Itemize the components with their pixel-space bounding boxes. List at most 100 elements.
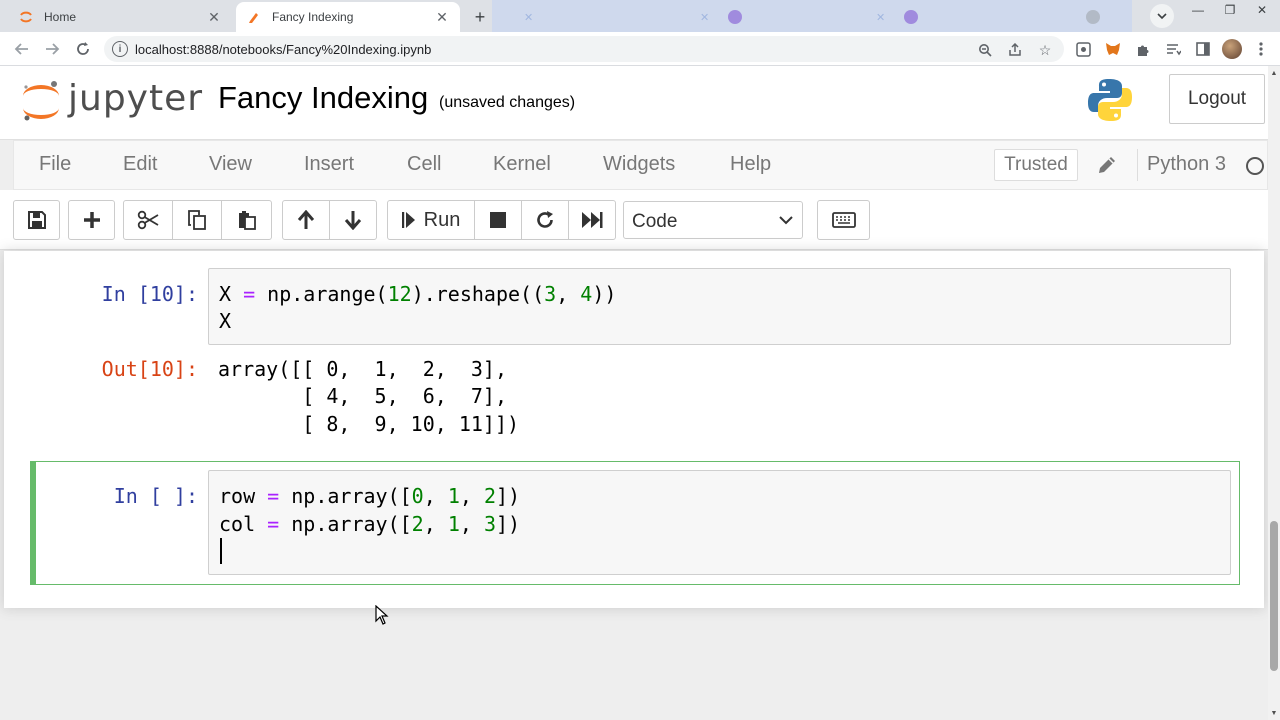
restart-run-all-button[interactable]: [568, 200, 616, 240]
metamask-fox-icon[interactable]: [1104, 40, 1122, 58]
tab-search-chevron-icon[interactable]: [1150, 4, 1174, 28]
url-text: localhost:8888/notebooks/Fancy%20Indexin…: [135, 42, 432, 57]
menu-file[interactable]: File: [39, 153, 71, 176]
code-operator: =: [267, 512, 280, 536]
scrollbar-thumb[interactable]: [1270, 521, 1278, 671]
move-up-button[interactable]: [282, 200, 330, 240]
close-tab-icon[interactable]: ✕: [434, 9, 450, 25]
back-arrow-icon[interactable]: [10, 37, 34, 61]
python-logo-icon: [1086, 76, 1134, 124]
code-number: 1: [447, 484, 460, 508]
restore-icon[interactable]: ❐: [1214, 0, 1246, 20]
input-prompt: In [10]:: [101, 282, 198, 306]
stop-icon: [490, 212, 506, 228]
notebook-container: In [10]: X = np.arange(12).reshape((3, 4…: [0, 251, 1268, 720]
run-button[interactable]: Run: [387, 200, 475, 240]
close-tab-icon[interactable]: ✕: [206, 9, 222, 25]
menu-edit[interactable]: Edit: [123, 153, 157, 176]
command-palette-button[interactable]: [817, 200, 870, 240]
faded-tab-favicon-icon: [904, 6, 926, 28]
menu-view[interactable]: View: [209, 153, 252, 176]
kernel-idle-indicator-icon: [1246, 157, 1264, 175]
input-prompt: In [ ]:: [113, 484, 198, 508]
jupyter-logo-text[interactable]: jupyter: [68, 78, 203, 119]
faded-tab-close-icon: ✕: [876, 11, 886, 24]
faded-tab-region: [492, 0, 1132, 32]
faded-tab-favicon-icon: [728, 6, 750, 28]
share-icon[interactable]: [1006, 41, 1024, 59]
browser-toolbar: i localhost:8888/notebooks/Fancy%20Index…: [0, 32, 1280, 66]
restart-icon: [537, 211, 553, 228]
reading-list-icon[interactable]: [1164, 40, 1182, 58]
scroll-down-arrow-icon[interactable]: ▼: [1268, 706, 1280, 720]
save-button[interactable]: [13, 200, 60, 240]
extensions-puzzle-icon[interactable]: [1134, 40, 1152, 58]
output-line: array([[ 0, 1, 2, 3],: [218, 357, 507, 381]
notebook-toolbar: Run Code: [0, 190, 1268, 250]
output-prompt: Out[10]:: [101, 357, 198, 381]
run-icon: [401, 212, 415, 228]
kernel-separator: [1137, 149, 1138, 181]
code-line: row = np.array([0, 1, 2]): [219, 484, 521, 508]
paste-icon: [238, 211, 256, 230]
copy-button[interactable]: [172, 200, 222, 240]
paste-button[interactable]: [221, 200, 272, 240]
move-down-button[interactable]: [329, 200, 377, 240]
trusted-indicator[interactable]: Trusted: [994, 149, 1078, 181]
bookmark-star-icon[interactable]: ☆: [1036, 41, 1054, 59]
cut-button[interactable]: [123, 200, 173, 240]
restart-button[interactable]: [521, 200, 569, 240]
logout-button[interactable]: Logout: [1169, 74, 1265, 124]
faded-tab-close-icon: ✕: [524, 11, 534, 24]
code-number: 2: [411, 512, 424, 536]
notebook-title[interactable]: Fancy Indexing: [218, 80, 428, 116]
code-line: col = np.array([2, 1, 3]): [219, 512, 521, 536]
scissors-icon: [137, 210, 159, 230]
tab-fancy-indexing-title: Fancy Indexing: [272, 10, 354, 24]
tab-fancy-indexing[interactable]: Fancy Indexing ✕: [236, 2, 460, 32]
code-operator: =: [243, 282, 256, 306]
text-cursor: [220, 538, 222, 564]
code-number: 3: [483, 512, 496, 536]
faded-tab-favicon-icon: [1086, 6, 1108, 28]
profile-avatar[interactable]: [1222, 39, 1242, 59]
reload-icon[interactable]: [71, 37, 95, 61]
new-tab-button[interactable]: +: [468, 6, 492, 28]
tab-home[interactable]: Home ✕: [8, 2, 232, 32]
side-panel-icon[interactable]: [1194, 40, 1212, 58]
faded-tab-close-icon: ✕: [700, 11, 710, 24]
menu-cell[interactable]: Cell: [407, 153, 441, 176]
kernel-name[interactable]: Python 3: [1147, 153, 1226, 176]
save-status: (unsaved changes): [439, 94, 576, 111]
insert-cell-button[interactable]: [68, 200, 115, 240]
browser-tab-bar: Home ✕ Fancy Indexing ✕ + ✕ ✕ ✕ — ❐ ✕: [0, 0, 1280, 32]
site-info-icon[interactable]: i: [112, 41, 128, 57]
page-scrollbar[interactable]: ▲ ▼: [1268, 66, 1280, 720]
run-label: Run: [423, 208, 461, 231]
menu-kernel[interactable]: Kernel: [493, 153, 551, 176]
menu-insert[interactable]: Insert: [304, 153, 354, 176]
minimize-icon[interactable]: —: [1182, 0, 1214, 20]
code-number: 12: [387, 282, 412, 306]
extension-photo-icon[interactable]: [1074, 40, 1092, 58]
scroll-up-arrow-icon[interactable]: ▲: [1268, 66, 1280, 80]
forward-arrow-icon[interactable]: [40, 37, 64, 61]
plus-icon: [83, 212, 100, 228]
code-number: 0: [411, 484, 424, 508]
close-window-icon[interactable]: ✕: [1246, 0, 1278, 20]
code-cell-input[interactable]: X = np.arange(12).reshape((3, 4)) X: [208, 268, 1231, 345]
tab-home-title: Home: [44, 10, 77, 24]
browser-menu-icon[interactable]: [1252, 40, 1270, 58]
cell-type-value: Code: [632, 211, 678, 232]
copy-icon: [188, 210, 206, 230]
cell-type-select[interactable]: Code: [623, 201, 803, 239]
jupyter-logo-icon[interactable]: [20, 78, 62, 124]
interrupt-button[interactable]: [474, 200, 522, 240]
pencil-edit-icon[interactable]: [1096, 154, 1118, 176]
zoom-icon[interactable]: [976, 41, 994, 59]
code-cell-input-active[interactable]: row = np.array([0, 1, 2]) col = np.array…: [208, 470, 1231, 575]
address-bar[interactable]: i localhost:8888/notebooks/Fancy%20Index…: [104, 36, 1064, 62]
menu-widgets[interactable]: Widgets: [603, 153, 675, 176]
menu-help[interactable]: Help: [730, 153, 771, 176]
code-number: 4: [580, 282, 593, 306]
